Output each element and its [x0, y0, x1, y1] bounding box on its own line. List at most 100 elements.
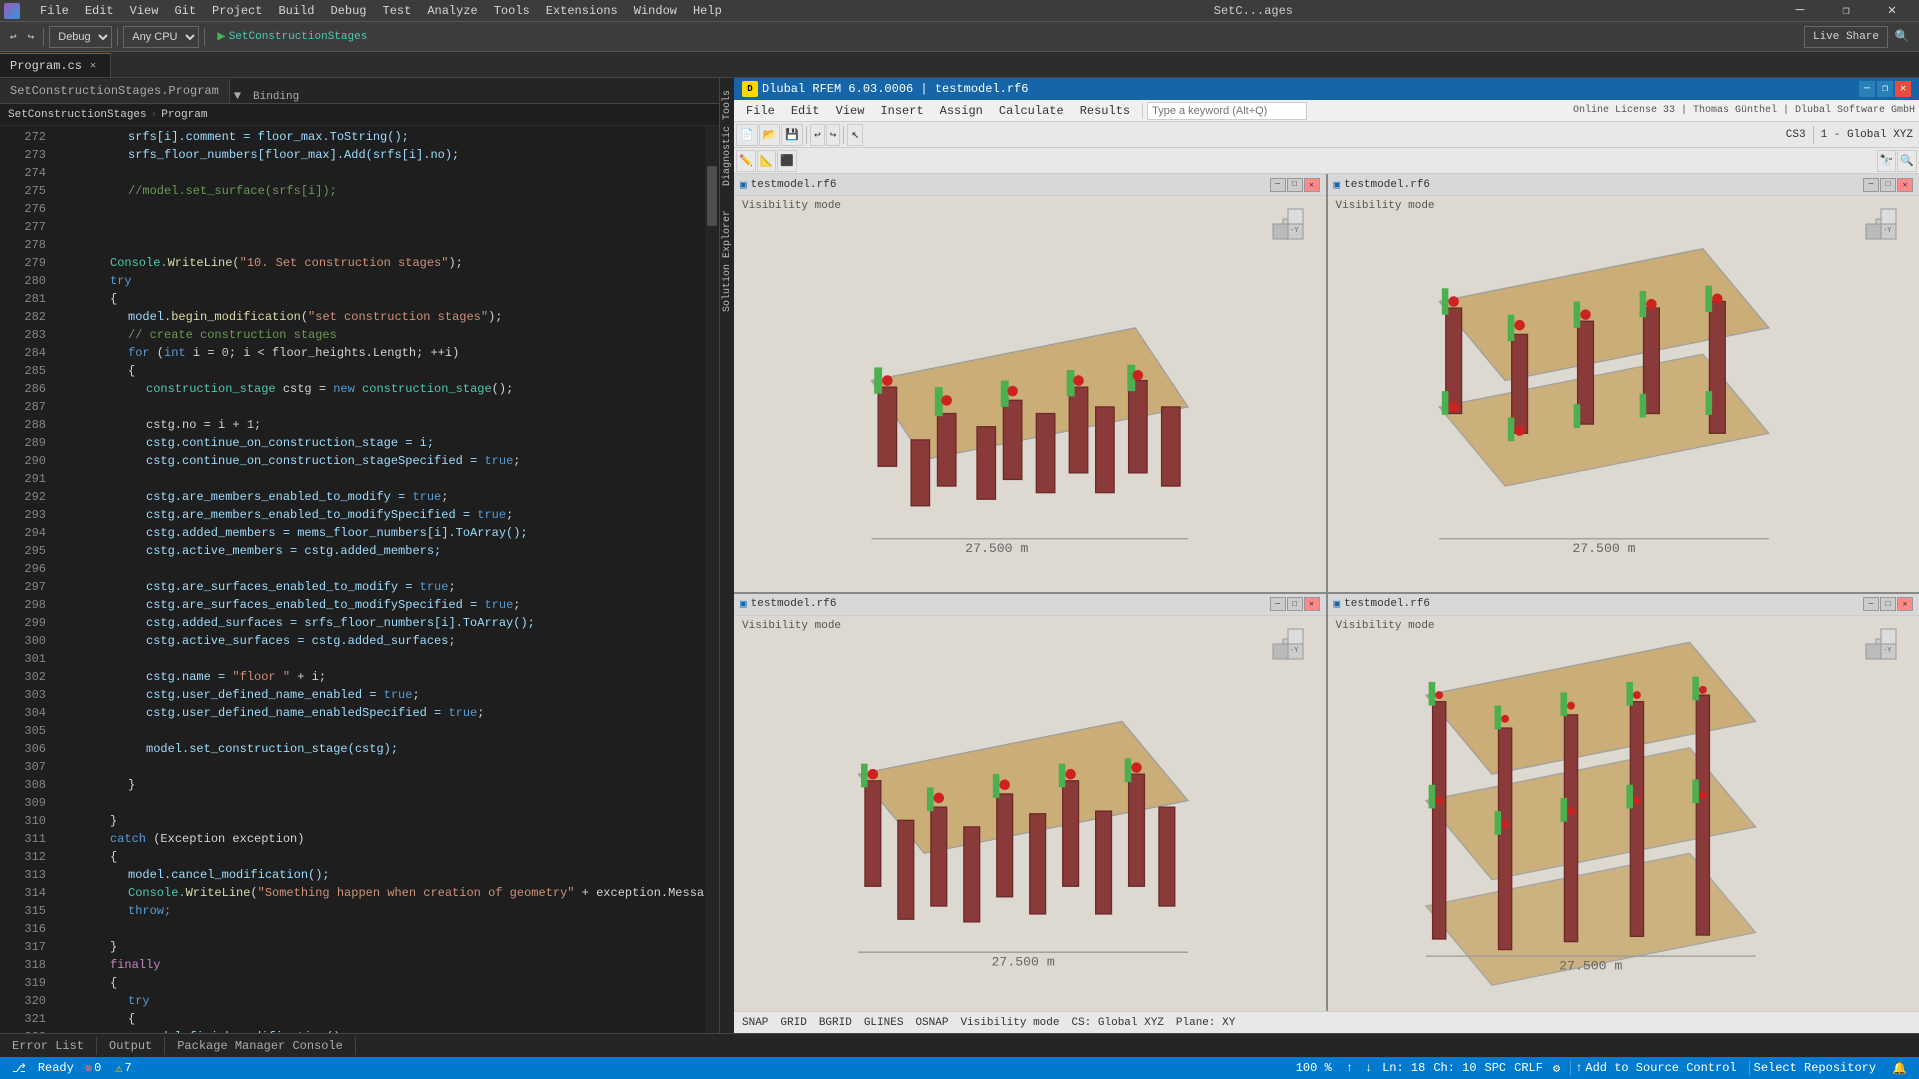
diagnostic-tools-tab[interactable]: Diagnostic Tools: [720, 82, 735, 194]
rfem-tb-view2[interactable]: 🔍: [1897, 150, 1917, 172]
cursor-position-nav-up[interactable]: ↑: [1344, 1061, 1355, 1075]
run-button[interactable]: ▶ SetConstructionStages: [210, 26, 374, 48]
rfem-bgrid[interactable]: BGRID: [819, 1017, 852, 1029]
code-line[interactable]: [66, 650, 705, 668]
vp3-max[interactable]: □: [1287, 597, 1303, 611]
menu-item-window[interactable]: Window: [626, 2, 685, 20]
code-line[interactable]: //model.set_surface(srfs[i]);: [66, 182, 705, 200]
editor-tab-1[interactable]: SetConstructionStages.Program: [0, 79, 230, 103]
code-line[interactable]: srfs[i].comment = floor_max.ToString();: [66, 128, 705, 146]
rfem-menu-calculate[interactable]: Calculate: [991, 102, 1072, 120]
code-line[interactable]: [66, 794, 705, 812]
editor-binding-tab[interactable]: Binding: [245, 91, 307, 103]
code-line[interactable]: cstg.added_surfaces = srfs_floor_numbers…: [66, 614, 705, 632]
code-line[interactable]: cstg.are_surfaces_enabled_to_modify = tr…: [66, 578, 705, 596]
code-line[interactable]: [66, 200, 705, 218]
restore-button[interactable]: ❐: [1823, 0, 1869, 22]
code-line[interactable]: model.set_construction_stage(cstg);: [66, 740, 705, 758]
vp4-min[interactable]: ─: [1863, 597, 1879, 611]
rfem-snap[interactable]: SNAP: [742, 1017, 768, 1029]
close-button[interactable]: ✕: [1869, 0, 1915, 22]
code-line[interactable]: [66, 560, 705, 578]
vp2-max[interactable]: □: [1880, 178, 1896, 192]
vp2-min[interactable]: ─: [1863, 178, 1879, 192]
menu-item-test[interactable]: Test: [375, 2, 420, 20]
code-line[interactable]: {: [66, 290, 705, 308]
rfem-tb-draw1[interactable]: ✏️: [736, 150, 756, 172]
search-icon[interactable]: 🔍: [1891, 26, 1913, 48]
code-line[interactable]: [66, 218, 705, 236]
rfem-menu-edit[interactable]: Edit: [783, 102, 828, 120]
code-line[interactable]: cstg.are_surfaces_enabled_to_modifySpeci…: [66, 596, 705, 614]
code-line[interactable]: cstg.are_members_enabled_to_modify = tru…: [66, 488, 705, 506]
code-line[interactable]: try: [66, 992, 705, 1010]
code-line[interactable]: srfs_floor_numbers[floor_max].Add(srfs[i…: [66, 146, 705, 164]
rfem-grid[interactable]: GRID: [780, 1017, 806, 1029]
viewport-4-content[interactable]: Visibility mode -Y: [1328, 616, 1919, 1012]
code-line[interactable]: {: [66, 362, 705, 380]
select-repository[interactable]: Select Repository: [1749, 1061, 1880, 1075]
vp1-max[interactable]: □: [1287, 178, 1303, 192]
rfem-search-input[interactable]: [1147, 102, 1307, 120]
code-line[interactable]: try: [66, 272, 705, 290]
tab-close-icon[interactable]: ✕: [86, 59, 100, 73]
menu-item-view[interactable]: View: [122, 2, 167, 20]
undo-btn[interactable]: ↩: [6, 26, 21, 48]
vp1-min[interactable]: ─: [1270, 178, 1286, 192]
rfem-tb-open[interactable]: 📂: [759, 124, 781, 146]
rfem-vis-mode[interactable]: Visibility mode: [960, 1017, 1059, 1029]
rfem-menu-insert[interactable]: Insert: [872, 102, 931, 120]
rfem-close[interactable]: ✕: [1895, 81, 1911, 97]
rfem-tb-undo[interactable]: ↩: [810, 124, 825, 146]
code-line[interactable]: cstg.active_members = cstg.added_members…: [66, 542, 705, 560]
code-line[interactable]: // create construction stages: [66, 326, 705, 344]
code-line[interactable]: model.begin_modification("set constructi…: [66, 308, 705, 326]
redo-btn[interactable]: ↪: [24, 26, 39, 48]
git-icon[interactable]: ⎇: [8, 1061, 30, 1076]
code-line[interactable]: [66, 470, 705, 488]
viewport-3-content[interactable]: Visibility mode -Y: [734, 616, 1326, 1012]
menu-item-analyze[interactable]: Analyze: [419, 2, 485, 20]
menu-item-git[interactable]: Git: [166, 2, 204, 20]
add-to-source-control[interactable]: ↑ Add to Source Control: [1570, 1061, 1740, 1075]
error-count[interactable]: ⊗ 0: [82, 1061, 104, 1076]
code-line[interactable]: [66, 164, 705, 182]
minimize-button[interactable]: ─: [1777, 0, 1823, 22]
code-line[interactable]: cstg.name = "floor " + i;: [66, 668, 705, 686]
rfem-tb-draw2[interactable]: 📐: [757, 150, 777, 172]
code-line[interactable]: model.finish_modification();: [66, 1028, 705, 1033]
menu-item-file[interactable]: File: [32, 2, 77, 20]
live-share-btn[interactable]: Live Share: [1804, 26, 1888, 48]
breadcrumb-item-1[interactable]: SetConstructionStages: [8, 109, 147, 121]
code-line[interactable]: [66, 398, 705, 416]
vp3-min[interactable]: ─: [1270, 597, 1286, 611]
breadcrumb-item-2[interactable]: Program: [161, 109, 207, 121]
vp4-close[interactable]: ✕: [1897, 597, 1913, 611]
rfem-menu-view[interactable]: View: [828, 102, 873, 120]
code-line[interactable]: cstg.user_defined_name_enabled = true;: [66, 686, 705, 704]
code-line[interactable]: cstg.no = i + 1;: [66, 416, 705, 434]
output-tab[interactable]: Output: [97, 1037, 165, 1055]
rfem-menu-assign[interactable]: Assign: [932, 102, 991, 120]
vp3-close[interactable]: ✕: [1304, 597, 1320, 611]
crlf-indicator[interactable]: CRLF: [1514, 1061, 1543, 1075]
code-line[interactable]: [66, 920, 705, 938]
warning-count[interactable]: ⚠ 7: [112, 1061, 134, 1076]
rfem-tb-save[interactable]: 💾: [781, 124, 803, 146]
code-line[interactable]: cstg.added_members = mems_floor_numbers[…: [66, 524, 705, 542]
rfem-osnap[interactable]: OSNAP: [915, 1017, 948, 1029]
code-line[interactable]: cstg.user_defined_name_enabledSpecified …: [66, 704, 705, 722]
code-line[interactable]: {: [66, 974, 705, 992]
vp4-max[interactable]: □: [1880, 597, 1896, 611]
rfem-tb-new[interactable]: 📄: [736, 124, 758, 146]
code-line[interactable]: cstg.are_members_enabled_to_modifySpecif…: [66, 506, 705, 524]
editor-tab-dropdown[interactable]: ▼: [230, 89, 245, 103]
spc-indicator[interactable]: SPC: [1485, 1061, 1507, 1075]
code-line[interactable]: {: [66, 848, 705, 866]
code-line[interactable]: Console.WriteLine("Something happen when…: [66, 884, 705, 902]
rfem-menu-file[interactable]: File: [738, 102, 783, 120]
rfem-tb-redo[interactable]: ↪: [826, 124, 841, 146]
solution-explorer-tab[interactable]: Solution Explorer: [720, 202, 735, 320]
vp2-close[interactable]: ✕: [1897, 178, 1913, 192]
code-line[interactable]: [66, 758, 705, 776]
